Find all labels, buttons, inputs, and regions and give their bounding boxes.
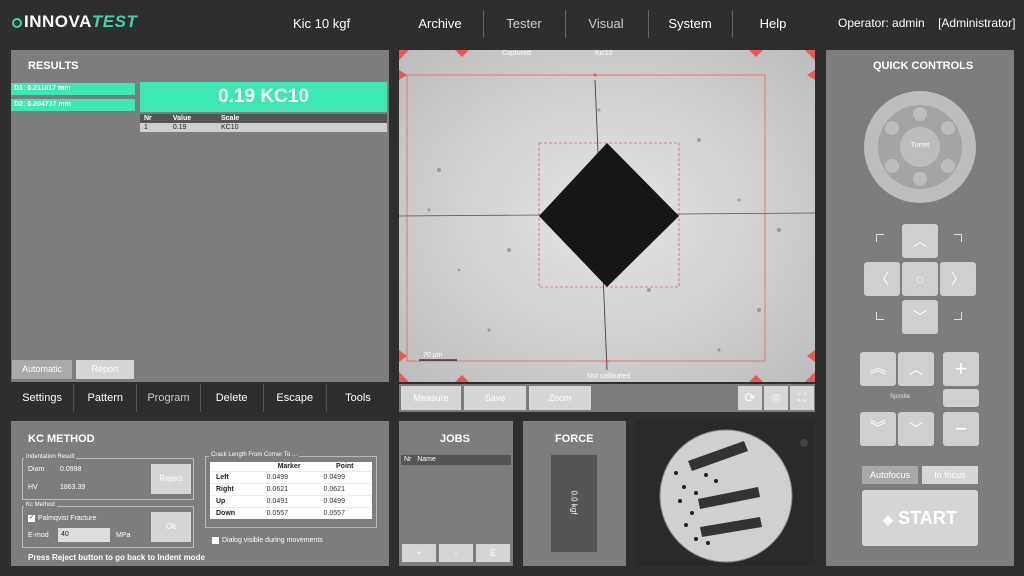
quick-controls-heading: QUICK CONTROLS [873,60,974,72]
logo-icon [12,17,22,28]
col-value: Value [172,115,192,122]
results-table: Nr Value Scale 1 0.19 KC10 [140,114,387,132]
delete-button[interactable]: Delete [201,384,264,412]
table-row[interactable]: 1 0.19 KC10 [140,123,387,132]
results-heading: RESULTS [28,60,79,72]
nav-tester[interactable]: Tester [484,16,564,31]
force-heading: FORCE [555,433,594,445]
settings-button[interactable]: Settings [11,384,75,412]
move-up-button[interactable]: ︿ [902,224,938,258]
diam-value: 0.0998 [60,466,82,473]
table-row[interactable]: Left 0.0499 0.0499 [210,471,372,484]
indentation-group-label: Indentation Result [24,454,77,460]
add-job-button[interactable]: + [402,544,436,562]
main-toolbar: Settings Pattern Program Delete Escape T… [11,384,389,412]
move-down-button[interactable]: ﹀ [902,300,938,334]
microscope-image[interactable]: Captured Kic10 70 μm Not calibrated [399,50,815,382]
captured-label: Captured [502,50,531,57]
jobs-table-header: Nr Name [401,455,511,465]
dialog-visible-label: Dialog visible during movements [222,537,323,544]
ok-button[interactable]: Ok [151,512,191,542]
logo: INNOVATEST [12,12,137,32]
table-row[interactable]: Up 0.0491 0.0499 [210,495,372,508]
sample-overview-image [636,421,815,566]
result-big-value: 0.19 KC10 [140,82,387,112]
nav-system[interactable]: System [650,16,730,31]
emod-input[interactable]: 40 [58,528,110,542]
spindle-down-button[interactable]: ﹀ [898,412,934,446]
spindle-up-button[interactable]: ︿ [898,352,934,386]
measure-button[interactable]: Measure [401,386,461,410]
escape-button[interactable]: Escape [264,384,327,412]
move-right-button[interactable]: 〉 [940,262,976,296]
tools-button[interactable]: Tools [327,384,389,412]
center-button[interactable]: ○ [902,262,938,296]
spindle-fast-up-button[interactable]: ︽ [860,352,896,386]
table-row[interactable]: Right 0.0621 0.0621 [210,483,372,496]
crack-table: Marker Point Left 0.0499 0.0499 Right 0.0621… [210,462,372,519]
autofocus-button[interactable]: Autofocus [862,466,918,484]
nav-archive[interactable]: Archive [400,16,480,31]
calibration-status: Not calibrated [587,373,631,380]
hv-label: HV [28,484,38,491]
zoom-button[interactable]: Zoom [529,386,591,410]
col-nr: Nr [144,115,152,122]
program-title: Kic 10 kgf [293,16,351,31]
zoom-in-button[interactable]: + [943,352,979,386]
d2-value: D2: 0.204737 mm [11,99,135,111]
remove-job-button[interactable]: - [439,544,473,562]
spindle-fast-down-button[interactable]: ︾ [860,412,896,446]
nav-divider [648,10,649,38]
automatic-button[interactable]: Automatic [12,360,72,379]
col-scale: Scale [221,115,240,122]
kc-method-group-label: Kc Method [24,502,57,508]
pattern-button[interactable]: Pattern [74,384,138,412]
indent-view [399,50,815,382]
kc-method-heading: KC METHOD [28,433,95,445]
move-left-button[interactable]: 〈 [864,262,900,296]
refresh-icon[interactable]: ⟳ [738,386,762,410]
start-icon: ◈ [883,512,894,527]
kc-hint: Press Reject button to go back to Indent… [28,553,205,562]
fullscreen-icon[interactable]: ⛶ [790,386,814,410]
nav-help[interactable]: Help [733,16,813,31]
palmqvist-checkbox[interactable]: ✓ [28,515,35,522]
lens-button[interactable] [943,389,979,407]
turret-label: Turret [910,142,930,149]
spindle-label: Spindle [889,394,910,400]
scale-label: Kic10 [595,50,613,57]
force-value: 0.0 kgf [569,490,579,515]
hv-value: 1863.39 [60,484,86,491]
operator-label: Operator: admin [Administrator] [838,16,1016,30]
in-focus-button[interactable]: In focus [922,466,978,484]
table-row[interactable]: Down 0.0557 0.0557 [210,507,372,519]
corner-mark [954,234,962,242]
emod-label: E-mod [28,532,49,539]
reject-button[interactable]: Reject [151,464,191,494]
d1-value: D1: 0.211817 mm [11,83,135,95]
nav-visual[interactable]: Visual [566,16,646,31]
jobs-heading: JOBS [440,433,470,445]
zoom-out-button[interactable]: − [943,412,979,446]
micron-scale: 70 μm [423,352,443,359]
corner-mark [954,312,962,320]
emod-unit: MPa [116,532,131,539]
dialog-visible-checkbox[interactable] [212,537,219,544]
corner-mark [876,312,884,320]
edit-job-button[interactable]: E [476,544,510,562]
report-button[interactable]: Report [76,360,134,379]
corner-mark [876,234,884,242]
palmqvist-label: Palmqvist Fracture [38,515,97,522]
camera-icon[interactable]: ◎ [764,386,788,410]
crack-group-label: Crack Length From Corner To ... [209,452,299,458]
program-button[interactable]: Program [137,384,201,412]
diam-label: Diam [28,466,45,473]
sample-overview[interactable] [636,421,815,566]
save-button[interactable]: Save [464,386,526,410]
start-button[interactable]: ◈ START [862,490,978,546]
